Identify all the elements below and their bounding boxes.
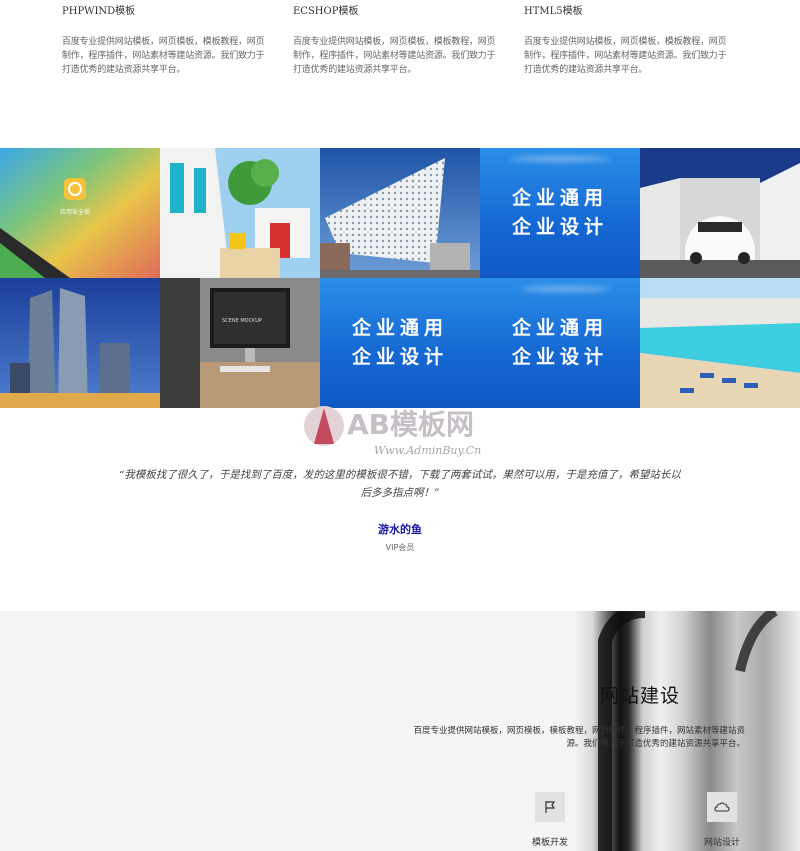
gallery-tile-ad-1[interactable]: 企业通用 企业设计 bbox=[480, 148, 640, 278]
watermark-logo: AB模板网 Www.AdminBuy.Cn bbox=[304, 406, 481, 457]
feature-columns: PHPWIND模板 百度专业提供网站模板，网页模板，模板教程，网页制作，程序插件… bbox=[0, 0, 800, 148]
service-item-label: 模板开发 bbox=[531, 838, 568, 848]
feature-desc: 百度专业提供网站模板，网页模板，模板教程，网页制作，程序插件，网站素材等建站资源… bbox=[524, 37, 727, 75]
svg-text:SCENE MOCKUP: SCENE MOCKUP bbox=[222, 318, 262, 324]
image-gallery: 应用安全锁 企业通用 企业设计 SCENE MOCKUP 企业通用 企业设计 企… bbox=[0, 148, 800, 408]
pool-image bbox=[640, 278, 800, 408]
gallery-tile-phone-app[interactable]: 应用安全锁 bbox=[0, 148, 160, 278]
ad-line-2: 企业设计 bbox=[351, 346, 448, 368]
service-title: 网站建设 bbox=[600, 685, 681, 707]
service-item-label: 网站设计 bbox=[703, 838, 740, 848]
ad-line-1: 企业通用 bbox=[511, 187, 608, 209]
ad-text: 企业通用 企业设计 bbox=[480, 184, 640, 242]
service-section: 网站建设 百度专业提供网站模板，网页模板，模板教程，网页制作，程序插件，网站素材… bbox=[0, 611, 800, 851]
ad-text-left: 企业通用 企业设计 bbox=[320, 314, 480, 372]
feature-html5: HTML5模板 百度专业提供网站模板，网页模板，模板教程，网页制作，程序插件，网… bbox=[524, 2, 734, 77]
feature-phpwind: PHPWIND模板 百度专业提供网站模板，网页模板，模板教程，网页制作，程序插件… bbox=[62, 2, 272, 77]
ad-line-2: 企业设计 bbox=[511, 346, 608, 368]
feature-title[interactable]: ECSHOP模板 bbox=[293, 2, 503, 17]
feature-title[interactable]: HTML5模板 bbox=[524, 2, 734, 17]
skyscrapers-image bbox=[0, 278, 160, 408]
ad-line-2: 企业设计 bbox=[511, 216, 608, 238]
flag-icon bbox=[535, 792, 565, 822]
feature-title[interactable]: PHPWIND模板 bbox=[62, 2, 272, 17]
phone-app-image: 应用安全锁 bbox=[0, 148, 160, 278]
testimonial-role: VIP会员 bbox=[385, 543, 415, 552]
gallery-tile-building[interactable] bbox=[320, 148, 480, 278]
ad-line-1: 企业通用 bbox=[351, 317, 448, 339]
watermark-brand: AB模板网 bbox=[347, 408, 474, 441]
gallery-tile-pool[interactable] bbox=[640, 278, 800, 408]
ad-shine bbox=[510, 156, 610, 162]
feature-desc: 百度专业提供网站模板，网页模板，模板教程，网页制作，程序插件，网站素材等建站资源… bbox=[62, 37, 265, 75]
street-image bbox=[160, 148, 320, 278]
testimonial-quote: “我模板找了很久了，于是找到了百度，发的这里的模板很不错，下载了两套试试，果然可… bbox=[119, 469, 681, 499]
feature-desc: 百度专业提供网站模板，网页模板，模板教程，网页制作，程序插件，网站素材等建站资源… bbox=[293, 37, 496, 75]
service-desc: 百度专业提供网站模板，网页模板，模板教程，网页制作，程序插件，网站素材等建站资源… bbox=[413, 726, 745, 749]
ad-shine bbox=[520, 286, 610, 292]
car-image bbox=[640, 148, 800, 278]
gallery-tile-desk[interactable]: SCENE MOCKUP bbox=[160, 278, 320, 408]
gallery-tile-car[interactable] bbox=[640, 148, 800, 278]
watermark-url: Www.AdminBuy.Cn bbox=[374, 444, 481, 457]
service-item-template-dev[interactable]: 模板开发 bbox=[520, 792, 580, 848]
ad-line-1: 企业通用 bbox=[511, 317, 608, 339]
cloud-icon bbox=[707, 792, 737, 822]
gallery-tile-skyscrapers[interactable] bbox=[0, 278, 160, 408]
feature-ecshop: ECSHOP模板 百度专业提供网站模板，网页模板，模板教程，网页制作，程序插件，… bbox=[293, 2, 503, 77]
service-item-web-design[interactable]: 网站设计 bbox=[692, 792, 752, 848]
building-image bbox=[320, 148, 480, 278]
ad-text-right: 企业通用 企业设计 bbox=[480, 314, 640, 372]
desk-mockup-image: SCENE MOCKUP bbox=[160, 278, 320, 408]
testimonial-author[interactable]: 游水的鱼 bbox=[0, 521, 800, 537]
gallery-tile-street[interactable] bbox=[160, 148, 320, 278]
app-label: 应用安全锁 bbox=[60, 208, 90, 216]
